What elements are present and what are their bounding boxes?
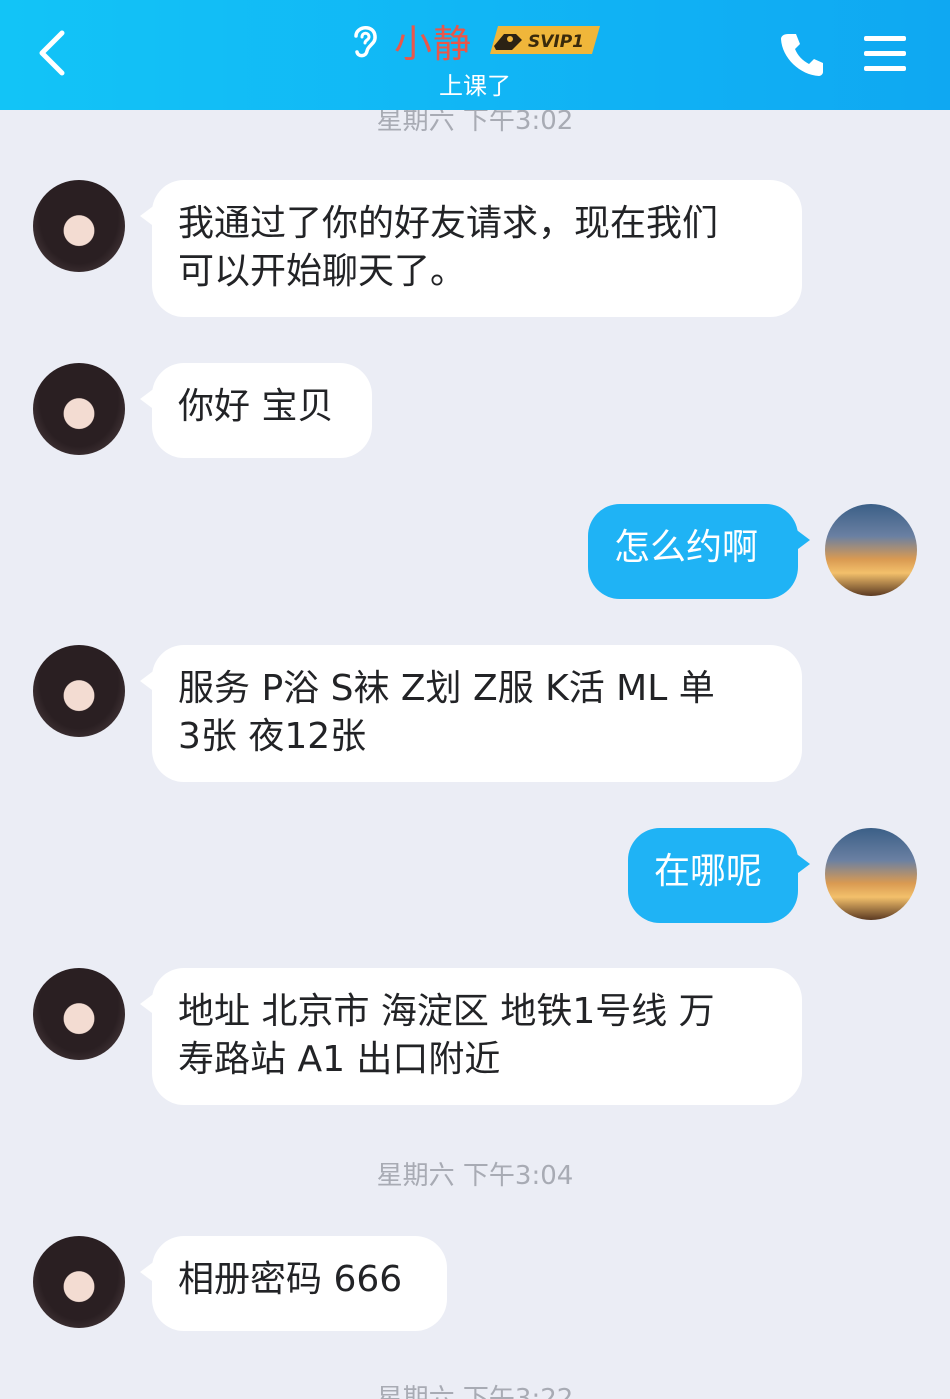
message-text: 地址 北京市 海淀区 地铁1号线 万 [178,991,715,1032]
message-bubble-incoming[interactable]: 我通过了你的好友请求，现在我们 可以开始聊天了。 [140,180,802,317]
timestamp: 星期六 下午3:04 [376,1161,574,1191]
contact-name: 小静 [393,21,472,66]
contact-avatar[interactable] [33,1236,125,1328]
contact-avatar[interactable] [33,645,125,737]
svip-badge-label: SVIP1 [528,32,584,52]
menu-icon [864,36,906,71]
message-bubble-incoming[interactable]: 地址 北京市 海淀区 地铁1号线 万 寿路站 A1 出口附近 [140,968,802,1105]
phone-icon [781,34,823,76]
message-text: 怎么约啊 [614,527,759,568]
message-bubble-incoming[interactable]: 相册密码 666 [140,1236,447,1331]
message-text: 相册密码 666 [178,1259,403,1300]
message-bubble-incoming[interactable]: 服务 P浴 S袜 Z划 Z服 K活 ML 单 3张 夜12张 [140,645,802,782]
svip-badge: SVIP1 [488,24,602,56]
message-text: 寿路站 A1 出口附近 [178,1039,501,1080]
contact-avatar[interactable] [33,968,125,1060]
call-button[interactable] [776,28,828,80]
chat-header: 小静 SVIP1 上课了 [0,0,950,110]
message-bubble-outgoing[interactable]: 在哪呢 [628,828,810,923]
my-avatar[interactable] [825,504,917,596]
ear-icon [348,20,382,60]
message-bubble-incoming[interactable]: 你好 宝贝 [140,363,372,458]
message-bubble-outgoing[interactable]: 怎么约啊 [588,504,810,599]
contact-status: 上课了 [439,72,511,100]
message-text: 服务 P浴 S袜 Z划 Z服 K活 ML 单 [178,668,715,709]
message-text: 在哪呢 [654,851,763,892]
message-text: 我通过了你的好友请求，现在我们 [178,203,719,244]
message-text: 3张 夜12张 [178,716,367,757]
my-avatar[interactable] [825,828,917,920]
timestamp: 星期六 下午3:22 [376,1384,574,1399]
contact-avatar[interactable] [33,363,125,455]
menu-button[interactable] [858,30,912,78]
chat-screen: 星期六 下午3:02 小静 SVIP1 上课了 我通过了你的好友请求，现在我们 … [0,0,950,1399]
message-text: 可以开始聊天了。 [178,251,467,292]
message-text: 你好 宝贝 [178,386,334,427]
contact-avatar[interactable] [33,180,125,272]
